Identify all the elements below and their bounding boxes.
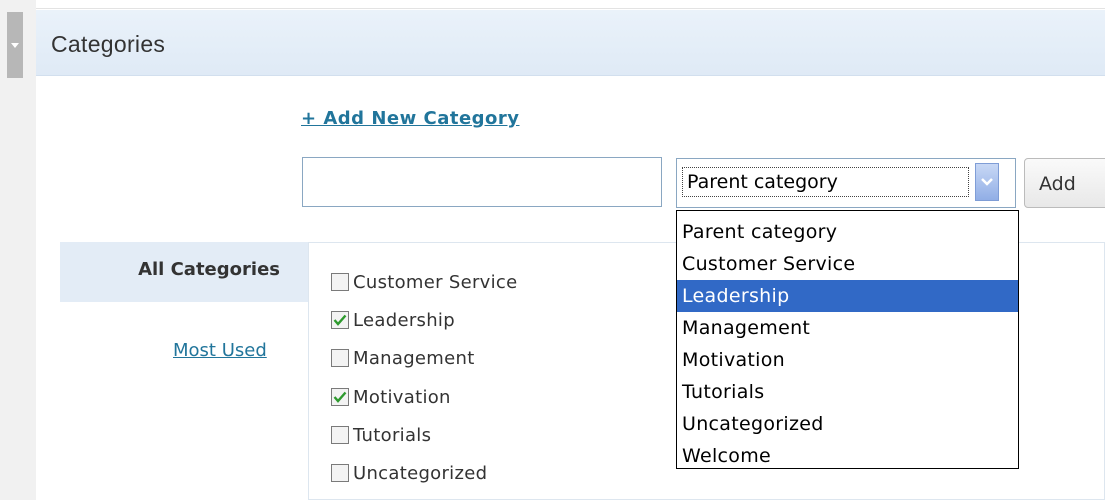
category-label: Leadership bbox=[353, 309, 455, 331]
category-label: Tutorials bbox=[353, 424, 432, 446]
category-item-motivation[interactable]: Motivation bbox=[331, 384, 451, 410]
parent-category-dropdown-list: Parent category Customer Service Leaders… bbox=[676, 210, 1019, 469]
panel-header[interactable]: Categories bbox=[36, 10, 1105, 76]
category-checkbox[interactable] bbox=[331, 311, 349, 329]
dropdown-option[interactable]: Motivation bbox=[677, 344, 1018, 376]
chevron-down-icon bbox=[981, 178, 993, 186]
category-checkbox[interactable] bbox=[331, 388, 349, 406]
category-checkbox[interactable] bbox=[331, 349, 349, 367]
panel-title: Categories bbox=[51, 31, 166, 57]
category-label: Customer Service bbox=[353, 271, 518, 293]
category-item-customer-service[interactable]: Customer Service bbox=[331, 269, 517, 295]
panel-top-border bbox=[36, 8, 1105, 9]
caret-down-icon bbox=[11, 43, 19, 48]
dropdown-option[interactable]: Welcome bbox=[677, 440, 1018, 472]
category-label: Management bbox=[353, 347, 475, 369]
dropdown-option[interactable]: Leadership bbox=[677, 280, 1018, 312]
add-new-category-link[interactable]: + Add New Category bbox=[301, 108, 520, 129]
dropdown-option[interactable]: Tutorials bbox=[677, 376, 1018, 408]
category-item-management[interactable]: Management bbox=[331, 345, 475, 371]
checkmark-icon bbox=[333, 391, 347, 403]
dropdown-arrow-button[interactable] bbox=[975, 163, 999, 201]
tab-most-used[interactable]: Most Used bbox=[173, 340, 267, 361]
category-item-uncategorized[interactable]: Uncategorized bbox=[331, 460, 487, 486]
category-label: Uncategorized bbox=[353, 462, 488, 484]
category-item-leadership[interactable]: Leadership bbox=[331, 307, 455, 333]
new-category-name-input[interactable] bbox=[302, 157, 662, 207]
category-checkbox[interactable] bbox=[331, 464, 349, 482]
parent-category-select[interactable]: Parent category bbox=[676, 158, 1016, 208]
checkmark-icon bbox=[333, 314, 347, 326]
dropdown-option[interactable]: Customer Service bbox=[677, 248, 1018, 280]
category-item-tutorials[interactable]: Tutorials bbox=[331, 422, 431, 448]
dropdown-option[interactable]: Parent category bbox=[677, 216, 1018, 248]
category-checkbox[interactable] bbox=[331, 426, 349, 444]
dropdown-option[interactable]: Uncategorized bbox=[677, 408, 1018, 440]
tab-all-categories-label: All Categories bbox=[138, 259, 280, 280]
tab-all-categories[interactable]: All Categories bbox=[60, 242, 308, 302]
add-category-button[interactable]: Add bbox=[1024, 158, 1105, 208]
panel-toggle-handle[interactable] bbox=[7, 12, 23, 78]
category-checkbox[interactable] bbox=[331, 273, 349, 291]
category-label: Motivation bbox=[353, 386, 451, 408]
parent-category-select-value: Parent category bbox=[682, 167, 969, 197]
dropdown-option[interactable]: Management bbox=[677, 312, 1018, 344]
